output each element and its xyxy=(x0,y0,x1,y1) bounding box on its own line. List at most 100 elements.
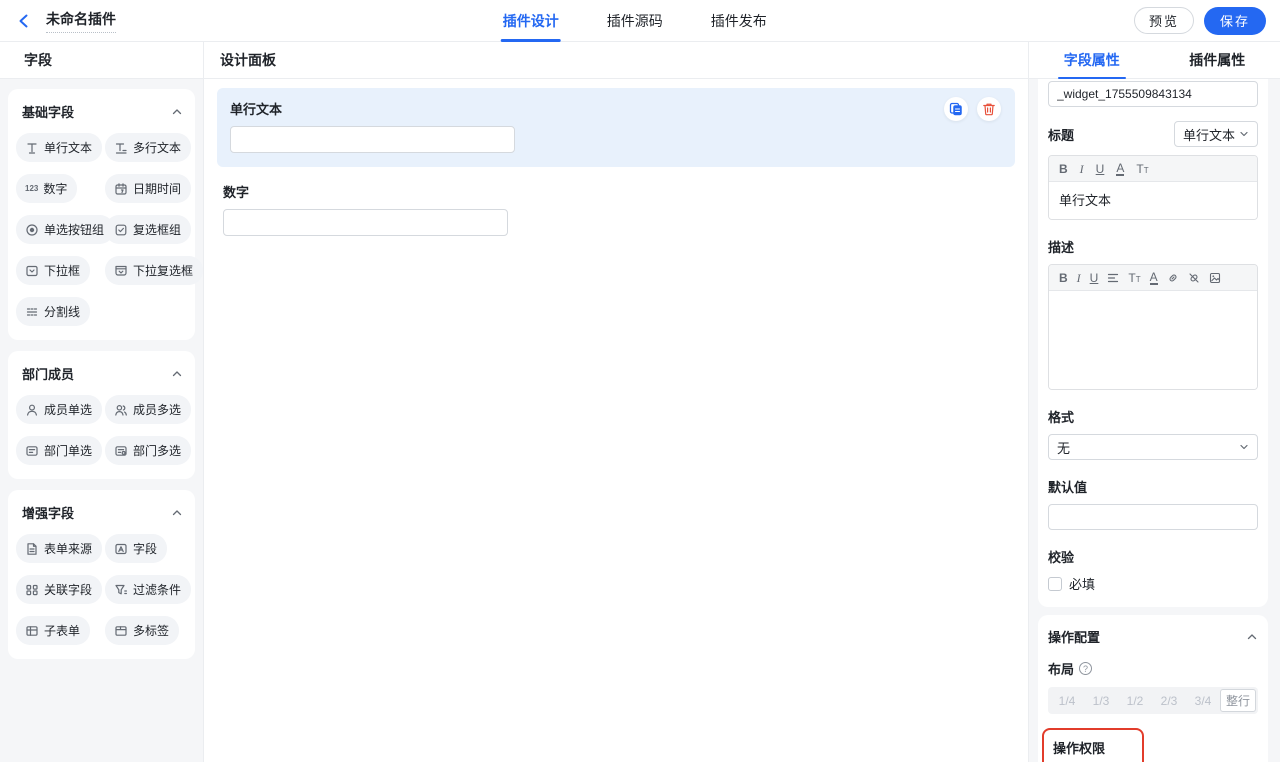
trash-icon xyxy=(982,102,996,116)
field-item-single-line-text[interactable]: 单行文本 xyxy=(16,133,102,162)
tab-plugin-properties[interactable]: 插件属性 xyxy=(1155,42,1280,78)
delete-field-button[interactable] xyxy=(977,97,1001,121)
widget-id-input[interactable] xyxy=(1048,81,1258,107)
font-color-icon[interactable]: A xyxy=(1116,162,1124,176)
canvas-field-number[interactable]: 数字 xyxy=(217,171,1015,250)
collapse-chevron-icon[interactable] xyxy=(171,368,183,380)
field-item-radio-group[interactable]: 单选按钮组 xyxy=(16,215,114,244)
field-item-subform[interactable]: 子表单 xyxy=(16,616,90,645)
form-source-icon xyxy=(25,542,39,556)
required-check-row[interactable]: 必填 xyxy=(1048,574,1258,593)
link-icon[interactable] xyxy=(1167,272,1179,284)
field-item-form-source[interactable]: 表单来源 xyxy=(16,534,102,563)
field-item-multi-select[interactable]: 下拉复选框 xyxy=(105,256,203,285)
back-chevron-icon xyxy=(16,13,32,29)
collapse-chevron-icon[interactable] xyxy=(1246,631,1258,643)
title-type-select[interactable]: 单行文本 xyxy=(1174,121,1258,147)
field-item-dept-multi[interactable]: 部门多选 xyxy=(105,436,191,465)
topbar: 未命名插件 插件设计 插件源码 插件发布 预览 保存 xyxy=(0,0,1280,42)
italic-icon[interactable]: I xyxy=(1080,163,1084,175)
canvas-field-single-line-text[interactable]: 单行文本 xyxy=(217,88,1015,167)
section-title: 增强字段 xyxy=(22,503,74,522)
field-item-dept-single[interactable]: 部门单选 xyxy=(16,436,102,465)
underline-icon[interactable]: U xyxy=(1096,163,1105,175)
font-size-icon[interactable]: TT xyxy=(1136,163,1148,175)
help-icon[interactable]: ? xyxy=(1079,662,1092,675)
canvas-header: 设计面板 xyxy=(204,42,1028,79)
layout-option-1-3[interactable]: 1/3 xyxy=(1084,689,1118,712)
unlink-icon[interactable] xyxy=(1188,272,1200,284)
field-item-member-single[interactable]: 成员单选 xyxy=(16,395,102,424)
font-color-icon[interactable]: A xyxy=(1150,271,1158,285)
format-select[interactable]: 无 xyxy=(1048,434,1258,460)
field-text-input[interactable] xyxy=(223,209,508,236)
title-editor-content[interactable]: 单行文本 xyxy=(1049,182,1257,219)
field-item-multi-line-text[interactable]: 多行文本 xyxy=(105,133,191,162)
default-value-label: 默认值 xyxy=(1048,477,1258,496)
field-properties-card: 标题 单行文本 B I U A xyxy=(1038,79,1268,607)
description-label: 描述 xyxy=(1048,237,1258,256)
action-config-title: 操作配置 xyxy=(1048,627,1100,646)
section-dept-members: 部门成员 成员单选 成员多选 xyxy=(8,351,195,479)
select-icon xyxy=(25,264,39,278)
field-item-related-field[interactable]: 关联字段 xyxy=(16,575,102,604)
format-label: 格式 xyxy=(1048,407,1258,426)
back-button[interactable] xyxy=(14,11,34,31)
duplicate-field-button[interactable] xyxy=(944,97,968,121)
radio-group-icon xyxy=(25,223,39,237)
member-single-icon xyxy=(25,403,39,417)
operation-permission-title: 操作权限 xyxy=(1053,738,1133,757)
plugin-designer-app: 未命名插件 插件设计 插件源码 插件发布 预览 保存 字段 基础字段 xyxy=(0,0,1280,762)
collapse-chevron-icon[interactable] xyxy=(171,106,183,118)
align-icon[interactable] xyxy=(1107,272,1119,284)
related-field-icon xyxy=(25,583,39,597)
collapse-chevron-icon[interactable] xyxy=(171,507,183,519)
layout-option-1-4[interactable]: 1/4 xyxy=(1050,689,1084,712)
field-item-filter-condition[interactable]: 过滤条件 xyxy=(105,575,191,604)
preview-button[interactable]: 预览 xyxy=(1134,7,1194,34)
field-item-divider[interactable]: 分割线 xyxy=(16,297,90,326)
title-editor-toolbar: B I U A TT xyxy=(1049,156,1257,182)
description-editor-content[interactable] xyxy=(1049,291,1257,389)
font-size-icon[interactable]: TT xyxy=(1128,272,1140,284)
layout-option-2-3[interactable]: 2/3 xyxy=(1152,689,1186,712)
layout-option-1-2[interactable]: 1/2 xyxy=(1118,689,1152,712)
properties-tabs: 字段属性 插件属性 xyxy=(1029,42,1280,79)
tab-plugin-design[interactable]: 插件设计 xyxy=(503,0,559,42)
bold-icon[interactable]: B xyxy=(1059,163,1068,175)
multi-tab-icon xyxy=(114,624,128,638)
text-single-icon xyxy=(25,141,39,155)
field-item-select[interactable]: 下拉框 xyxy=(16,256,90,285)
default-value-input[interactable] xyxy=(1048,504,1258,530)
number-icon: 123 xyxy=(25,184,38,193)
field-item-field[interactable]: 字段 xyxy=(105,534,167,563)
dept-single-icon xyxy=(25,444,39,458)
italic-icon[interactable]: I xyxy=(1077,272,1081,284)
required-checkbox[interactable] xyxy=(1048,577,1062,591)
plugin-title[interactable]: 未命名插件 xyxy=(46,9,116,33)
fields-sidebar: 字段 基础字段 单行文本 xyxy=(0,42,204,762)
tab-plugin-publish[interactable]: 插件发布 xyxy=(711,0,767,42)
bold-icon[interactable]: B xyxy=(1059,272,1068,284)
field-item-number[interactable]: 123 数字 xyxy=(16,174,77,203)
save-button[interactable]: 保存 xyxy=(1204,7,1266,35)
layout-option-3-4[interactable]: 3/4 xyxy=(1186,689,1220,712)
copy-icon xyxy=(949,102,963,116)
tab-plugin-source[interactable]: 插件源码 xyxy=(607,0,663,42)
field-item-checkbox-group[interactable]: 复选框组 xyxy=(105,215,191,244)
action-config-card: 操作配置 布局 ? 1/4 1/3 1/2 2/3 3/4 xyxy=(1038,615,1268,762)
field-text-input[interactable] xyxy=(230,126,515,153)
layout-option-full-row[interactable]: 整行 xyxy=(1220,689,1256,712)
field-item-datetime[interactable]: 日期时间 xyxy=(105,174,191,203)
description-rich-editor: B I U TT A xyxy=(1048,264,1258,390)
image-icon[interactable] xyxy=(1209,272,1221,284)
field-item-multi-tab[interactable]: 多标签 xyxy=(105,616,179,645)
field-label: 单行文本 xyxy=(230,99,1002,118)
field-item-member-multi[interactable]: 成员多选 xyxy=(105,395,191,424)
underline-icon[interactable]: U xyxy=(1090,272,1099,284)
text-multi-icon xyxy=(114,141,128,155)
sidebar-header: 字段 xyxy=(0,42,203,79)
properties-panel: 字段属性 插件属性 标题 单行文本 xyxy=(1028,42,1280,762)
sidebar-body: 基础字段 单行文本 多行文本 xyxy=(0,79,203,762)
tab-field-properties[interactable]: 字段属性 xyxy=(1029,42,1155,78)
